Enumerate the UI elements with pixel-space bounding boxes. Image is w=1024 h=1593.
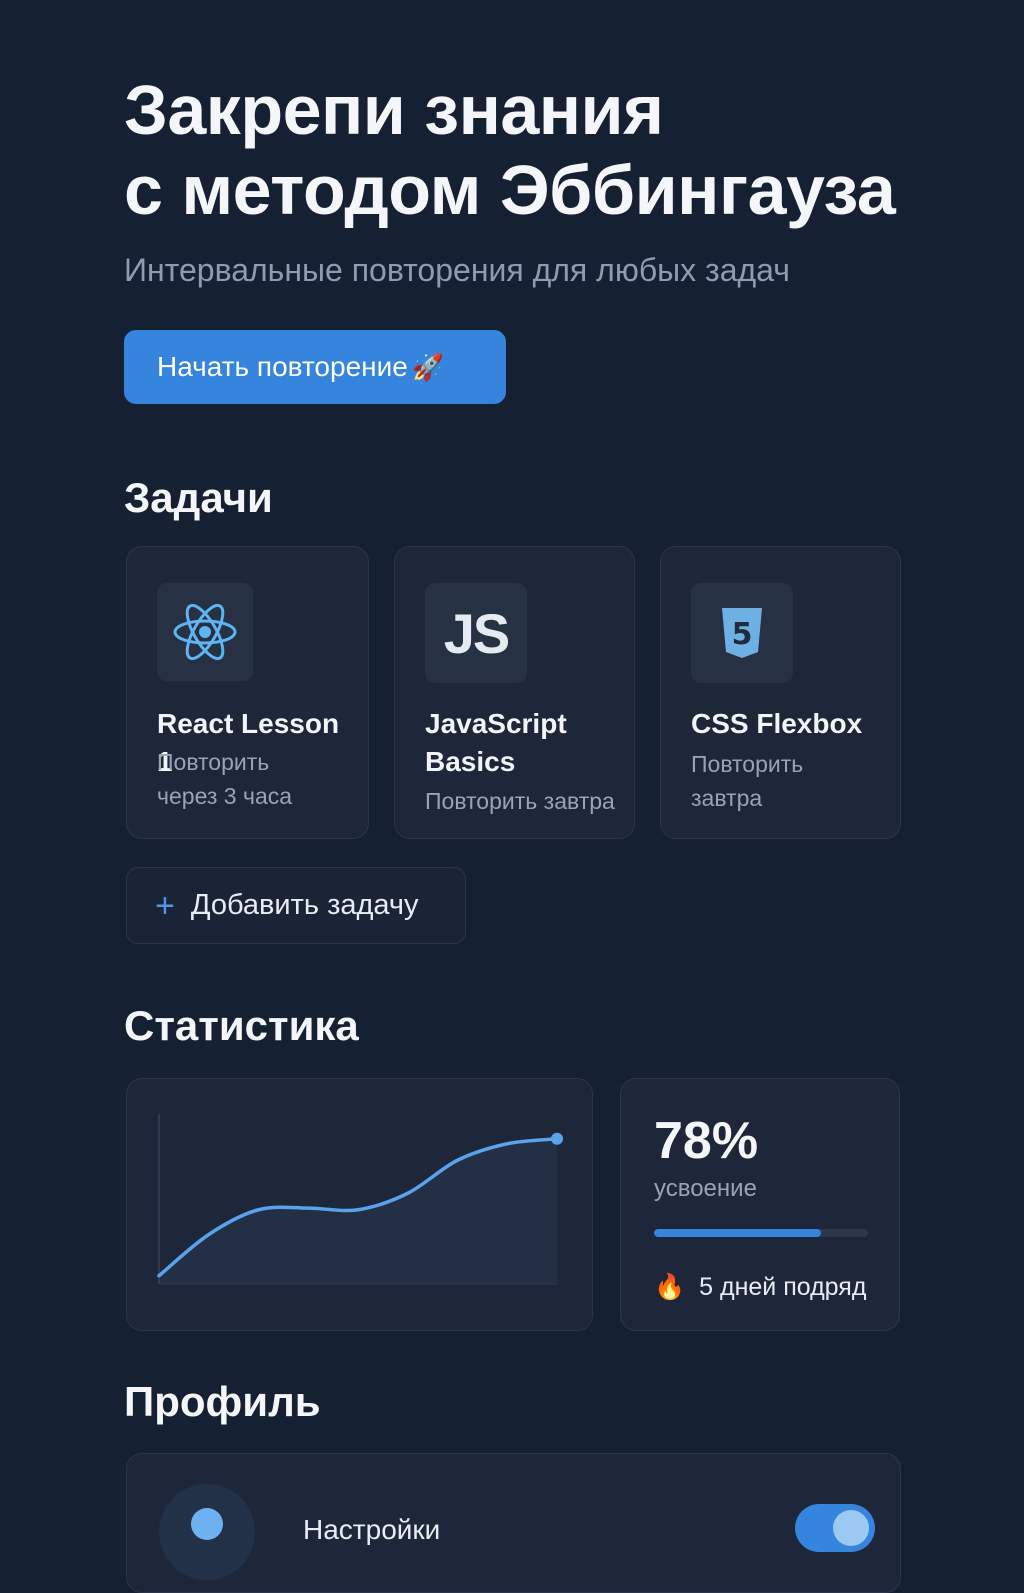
- task-schedule: Повторить завтра: [691, 747, 894, 815]
- task-schedule-line-2: через 3 часа: [157, 783, 293, 809]
- settings-toggle[interactable]: [795, 1504, 875, 1552]
- plus-icon: +: [155, 886, 175, 925]
- hero-title-line-2: с методом Эббингауза: [124, 151, 896, 229]
- streak-indicator: 🔥 5 дней подряд: [654, 1273, 866, 1302]
- hero-subtitle: Интервальные повторения для любых задач: [124, 252, 790, 288]
- task-name: JavaScript Basics: [425, 705, 624, 781]
- mastery-label: усвоение: [654, 1175, 757, 1202]
- settings-label: Настройки: [303, 1514, 441, 1545]
- progress-chart: [157, 1114, 563, 1285]
- task-name-line-1: JavaScript: [425, 708, 567, 739]
- mastery-percent: 78%: [654, 1112, 759, 1170]
- task-name: CSS Flexbox: [691, 708, 863, 739]
- task-schedule: Повторить через 3 часа: [157, 745, 362, 813]
- stats-section-title: Статистика: [124, 1002, 359, 1049]
- mastery-progress-fill: [654, 1229, 821, 1237]
- task-name-line-2: Basics: [425, 746, 516, 777]
- tasks-section-title: Задачи: [124, 474, 273, 521]
- react-icon: [157, 583, 253, 681]
- chart-end-point: [551, 1132, 563, 1145]
- rocket-icon: 🚀: [411, 351, 445, 382]
- mastery-card: 78% усвоение 🔥 5 дней подряд: [620, 1078, 900, 1331]
- mastery-progress-bar: [654, 1229, 868, 1237]
- start-review-button[interactable]: Начать повторение 🚀: [124, 330, 506, 404]
- task-schedule-line-2: завтра: [691, 785, 763, 811]
- start-review-label: Начать повторение: [157, 351, 408, 382]
- hero-title: Закрепи знания с методом Эббингауза: [124, 70, 896, 230]
- js-icon: JS: [425, 583, 527, 683]
- add-task-label: Добавить задачу: [190, 889, 419, 921]
- js-icon-text: JS: [443, 601, 510, 665]
- streak-label: 5 дней подряд: [699, 1273, 867, 1301]
- task-schedule: Повторить завтра: [425, 788, 615, 814]
- add-task-button[interactable]: + Добавить задачу: [126, 867, 466, 944]
- profile-card: Настройки: [126, 1453, 901, 1593]
- task-schedule-line-1: Повторить: [157, 749, 270, 775]
- html5-icon: 5: [691, 583, 793, 683]
- progress-chart-card: [126, 1078, 593, 1331]
- task-card-css[interactable]: 5 CSS Flexbox Повторить завтра: [660, 546, 901, 839]
- profile-section-title: Профиль: [124, 1378, 321, 1425]
- task-card-react[interactable]: React Lesson 1 Повторить через 3 часа: [126, 546, 369, 839]
- fire-icon: 🔥: [654, 1273, 686, 1301]
- html5-icon-text: 5: [732, 617, 753, 652]
- task-card-javascript[interactable]: JS JavaScript Basics Повторить завтра: [394, 546, 635, 839]
- html5-shield: 5: [722, 608, 762, 658]
- task-schedule-line-1: Повторить: [691, 751, 804, 777]
- hero-title-line-1: Закрепи знания: [124, 71, 664, 149]
- avatar[interactable]: [159, 1484, 255, 1580]
